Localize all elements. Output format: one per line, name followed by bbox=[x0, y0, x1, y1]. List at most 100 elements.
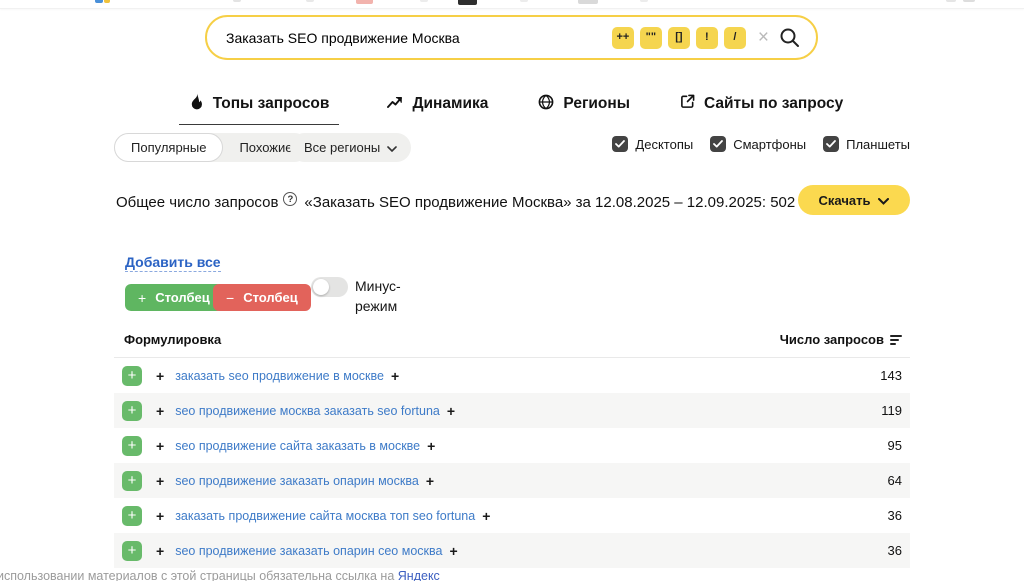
column-header-count-label: Число запросов bbox=[780, 332, 884, 347]
search-operators: ++ "" [] ! / bbox=[612, 27, 746, 49]
plus-operator-icon[interactable]: + bbox=[156, 543, 164, 559]
minus-icon: − bbox=[226, 290, 234, 306]
phrase-link[interactable]: seo продвижение заказать опарин сео моск… bbox=[175, 544, 442, 558]
tab-tops-zaprosov[interactable]: Топы запросов bbox=[179, 91, 340, 125]
region-selector-label: Все регионы bbox=[304, 140, 380, 155]
checkbox-smartphones[interactable]: Смартфоны bbox=[710, 136, 806, 152]
popularity-segmented-control: Популярные Похожие bbox=[114, 133, 309, 162]
phrase-link[interactable]: seo продвижение москва заказать seo fort… bbox=[175, 404, 440, 418]
browser-bar-fragment bbox=[95, 0, 103, 3]
browser-bar-fragment bbox=[458, 0, 477, 5]
tab-dinamika[interactable]: Динамика bbox=[385, 91, 490, 125]
summary-prefix: Общее число запросов bbox=[116, 194, 278, 211]
checkbox-tablets[interactable]: Планшеты bbox=[823, 136, 910, 152]
operator-plus-plus-button[interactable]: ++ bbox=[612, 27, 634, 49]
help-icon[interactable]: ? bbox=[283, 192, 297, 206]
yandex-link[interactable]: Яндекс bbox=[398, 569, 440, 581]
plus-operator-icon[interactable]: + bbox=[156, 508, 164, 524]
table-row: + + seo продвижение заказать опарин моск… bbox=[114, 463, 910, 498]
add-phrase-button[interactable]: + bbox=[122, 506, 142, 526]
browser-bar-fragment bbox=[104, 0, 110, 3]
column-header-count[interactable]: Число запросов bbox=[780, 332, 902, 347]
tab-label: Регионы bbox=[563, 95, 630, 113]
row-count: 95 bbox=[888, 438, 902, 453]
checkbox-desktops[interactable]: Десктопы bbox=[612, 136, 693, 152]
plus-append-icon[interactable]: + bbox=[427, 438, 435, 454]
plus-icon: + bbox=[138, 290, 146, 306]
plus-operator-icon[interactable]: + bbox=[156, 368, 164, 384]
checkbox-label: Планшеты bbox=[846, 137, 910, 152]
tab-label: Топы запросов bbox=[213, 95, 330, 113]
footer-text: использовании материалов с этой страницы… bbox=[0, 569, 398, 581]
table-row: + + seo продвижение москва заказать seo … bbox=[114, 393, 910, 428]
trend-icon bbox=[387, 95, 403, 114]
clear-search-icon[interactable]: × bbox=[758, 28, 769, 47]
phrase-link[interactable]: заказать продвижение сайта москва топ se… bbox=[175, 509, 475, 523]
search-input[interactable]: Заказать SEO продвижение Москва bbox=[226, 30, 460, 46]
queries-table: Формулировка Число запросов + + заказать… bbox=[114, 332, 910, 568]
browser-bar-fragment bbox=[233, 0, 241, 2]
download-button[interactable]: Скачать bbox=[798, 185, 910, 215]
tab-regiony[interactable]: Регионы bbox=[536, 91, 632, 125]
table-body: + + заказать seo продвижение в москве + … bbox=[114, 358, 910, 568]
region-selector[interactable]: Все регионы bbox=[290, 133, 411, 162]
add-phrase-button[interactable]: + bbox=[122, 401, 142, 421]
tab-label: Сайты по запросу bbox=[704, 95, 843, 113]
phrase-link[interactable]: seo продвижение заказать опарин москва bbox=[175, 474, 419, 488]
checkbox-label: Десктопы bbox=[635, 137, 693, 152]
plus-operator-icon[interactable]: + bbox=[156, 403, 164, 419]
checkbox-checked-icon bbox=[710, 136, 726, 152]
table-row: + + заказать продвижение сайта москва то… bbox=[114, 498, 910, 533]
phrase-link[interactable]: заказать seo продвижение в москве bbox=[175, 369, 384, 383]
browser-bar-fragment bbox=[578, 0, 598, 4]
table-row: + + seo продвижение сайта заказать в мос… bbox=[114, 428, 910, 463]
wordstat-page: Заказать SEO продвижение Москва ++ "" []… bbox=[0, 0, 1024, 581]
total-queries-summary: Общее число запросов ? «Заказать SEO про… bbox=[116, 192, 795, 212]
row-count: 119 bbox=[881, 403, 902, 418]
operator-quotes-button[interactable]: "" bbox=[640, 27, 662, 49]
search-bar[interactable]: Заказать SEO продвижение Москва ++ "" []… bbox=[205, 15, 818, 60]
add-phrase-button[interactable]: + bbox=[122, 471, 142, 491]
column-header-phrase: Формулировка bbox=[124, 332, 221, 347]
tab-sayty-po-zaprosu[interactable]: Сайты по запросу bbox=[678, 91, 845, 125]
browser-bar-fragment bbox=[420, 0, 428, 2]
row-count: 36 bbox=[888, 543, 902, 558]
remove-column-label: Столбец bbox=[243, 290, 298, 305]
plus-append-icon[interactable]: + bbox=[426, 473, 434, 489]
browser-bar-fragment bbox=[946, 0, 956, 2]
plus-operator-icon[interactable]: + bbox=[156, 473, 164, 489]
plus-append-icon[interactable]: + bbox=[482, 508, 490, 524]
checkbox-checked-icon bbox=[612, 136, 628, 152]
operator-exclamation-button[interactable]: ! bbox=[696, 27, 718, 49]
add-column-label: Столбец bbox=[155, 290, 210, 305]
chevron-down-icon bbox=[387, 140, 397, 155]
remove-column-button[interactable]: − Столбец bbox=[213, 284, 311, 311]
add-column-button[interactable]: + Столбец bbox=[125, 284, 223, 311]
phrase-link[interactable]: seo продвижение сайта заказать в москве bbox=[175, 439, 420, 453]
plus-append-icon[interactable]: + bbox=[391, 368, 399, 384]
row-count: 36 bbox=[888, 508, 902, 523]
minus-mode-label: Минус-режим bbox=[355, 276, 419, 317]
plus-operator-icon[interactable]: + bbox=[156, 438, 164, 454]
flame-icon bbox=[189, 93, 204, 115]
add-phrase-button[interactable]: + bbox=[122, 541, 142, 561]
sort-descending-icon bbox=[890, 335, 902, 345]
external-link-icon bbox=[680, 94, 695, 114]
footer-copyright: использовании материалов с этой страницы… bbox=[0, 569, 440, 581]
browser-bar-fragment bbox=[963, 0, 975, 2]
add-phrase-button[interactable]: + bbox=[122, 436, 142, 456]
toggle-knob bbox=[313, 279, 329, 295]
checkbox-checked-icon bbox=[823, 136, 839, 152]
segment-popular[interactable]: Популярные bbox=[114, 133, 223, 162]
plus-append-icon[interactable]: + bbox=[449, 543, 457, 559]
plus-append-icon[interactable]: + bbox=[447, 403, 455, 419]
operator-slash-button[interactable]: / bbox=[724, 27, 746, 49]
table-row: + + seo продвижение заказать опарин сео … bbox=[114, 533, 910, 568]
add-phrase-button[interactable]: + bbox=[122, 366, 142, 386]
operator-brackets-button[interactable]: [] bbox=[668, 27, 690, 49]
search-icon[interactable] bbox=[778, 26, 802, 50]
table-header: Формулировка Число запросов bbox=[114, 332, 910, 358]
summary-value: «Заказать SEO продвижение Москва» за 12.… bbox=[304, 194, 795, 211]
add-all-link[interactable]: Добавить все bbox=[125, 254, 221, 272]
minus-mode-toggle[interactable] bbox=[311, 277, 348, 297]
